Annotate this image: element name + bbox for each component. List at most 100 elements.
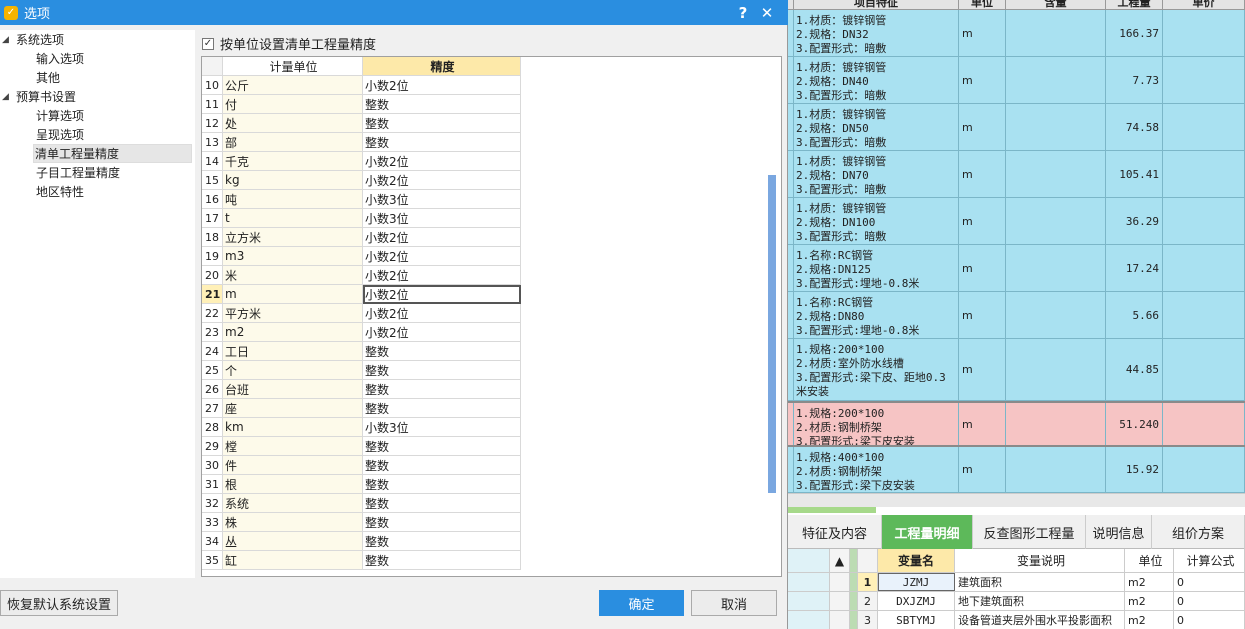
variable-row[interactable]: 1 JZMJ 建筑面积 m2 0 xyxy=(788,573,1245,592)
table-row[interactable]: 35 缸整数 xyxy=(202,551,521,570)
tree-item[interactable]: ◢ 预算书设置 xyxy=(0,87,195,106)
feature-cell[interactable]: 1.规格:200*100 2.材质:室外防水线槽 3.配置形式:梁下皮、距地0.3 米… xyxy=(794,339,959,400)
detail-tab[interactable]: 工程量明细 xyxy=(882,515,973,549)
variable-column-header[interactable]: 变量说明 xyxy=(955,549,1125,572)
project-column-header[interactable]: 含量 xyxy=(1006,0,1106,9)
project-column-header[interactable]: 单位 xyxy=(959,0,1006,9)
table-row[interactable]: 21 m 小数2位 xyxy=(202,285,521,304)
precision-cell[interactable]: 小数2位 xyxy=(363,171,521,190)
quantity-cell[interactable]: 5.66 xyxy=(1106,292,1163,338)
project-column-header[interactable]: 项目特征 xyxy=(794,0,959,9)
content-cell[interactable] xyxy=(1006,57,1106,103)
precision-cell[interactable]: 小数2位 xyxy=(363,152,521,171)
unit-cell[interactable]: t xyxy=(223,209,363,228)
table-row[interactable]: 33 株整数 xyxy=(202,513,521,532)
unit-cell[interactable]: 平方米 xyxy=(223,304,363,323)
unit-cell[interactable]: 系统 xyxy=(223,494,363,513)
content-cell[interactable] xyxy=(1006,198,1106,244)
variable-name-cell[interactable]: JZMJ xyxy=(878,573,955,591)
content-cell[interactable] xyxy=(1006,339,1106,400)
project-row[interactable]: 1.规格:200*100 2.材质:室外防水线槽 3.配置形式:梁下皮、距地0.3 米… xyxy=(788,339,1245,401)
precision-cell[interactable]: 整数 xyxy=(363,513,521,532)
table-row[interactable]: 19 m3 小数2位 xyxy=(202,247,521,266)
variable-unit-cell[interactable]: m2 xyxy=(1125,573,1174,591)
quantity-cell[interactable]: 17.24 xyxy=(1106,245,1163,291)
feature-cell[interactable]: 1.名称:RC钢管 2.规格:DN80 3.配置形式:埋地-0.8米 xyxy=(794,292,959,338)
project-row[interactable]: 1.名称:RC钢管 2.规格:DN125 3.配置形式:埋地-0.8米 m 17.24 xyxy=(788,245,1245,292)
variable-name-cell[interactable]: SBTYMJ xyxy=(878,611,955,629)
variable-column-header[interactable]: 单位 xyxy=(1125,549,1174,572)
tree-item[interactable]: 其他 xyxy=(0,68,195,87)
project-column-header[interactable]: 工程量 xyxy=(1106,0,1163,9)
detail-tab[interactable]: 反查图形工程量 xyxy=(973,515,1086,549)
unit-cell[interactable]: 立方米 xyxy=(223,228,363,247)
unit-cell[interactable]: 缸 xyxy=(223,551,363,570)
unit-cell[interactable]: 件 xyxy=(223,456,363,475)
table-row[interactable]: 20 米小数2位 xyxy=(202,266,521,285)
project-grid-hscrollbar[interactable] xyxy=(788,493,1245,507)
unit-cell[interactable]: 千克 xyxy=(223,152,363,171)
price-cell[interactable] xyxy=(1163,151,1245,197)
variable-formula-cell[interactable]: 0 xyxy=(1174,592,1245,610)
variable-name-cell[interactable]: DXJZMJ xyxy=(878,592,955,610)
price-cell[interactable] xyxy=(1163,10,1245,56)
tree-item[interactable]: 地区特性 xyxy=(0,182,195,201)
unit-cell[interactable]: m2 xyxy=(223,323,363,342)
precision-cell[interactable]: 小数2位 xyxy=(363,304,521,323)
price-cell[interactable] xyxy=(1163,57,1245,103)
table-row[interactable]: 18 立方米 小数2位 xyxy=(202,228,521,247)
price-cell[interactable] xyxy=(1163,245,1245,291)
ok-button[interactable]: 确定 xyxy=(599,590,684,616)
precision-cell[interactable]: 整数 xyxy=(363,133,521,152)
table-row[interactable]: 22 平方米 小数2位 xyxy=(202,304,521,323)
table-row[interactable]: 34 丛整数 xyxy=(202,532,521,551)
feature-cell[interactable]: 1.材质：镀锌钢管 2.规格：DN50 3.配置形式：暗敷 xyxy=(794,104,959,150)
content-cell[interactable] xyxy=(1006,447,1106,492)
variable-formula-cell[interactable]: 0 xyxy=(1174,611,1245,629)
column-header-precision[interactable]: 精度 xyxy=(363,57,521,76)
table-row[interactable]: 15 kg 小数2位 xyxy=(202,171,521,190)
tree-item[interactable]: 输入选项 xyxy=(0,49,195,68)
table-row[interactable]: 28 km 小数3位 xyxy=(202,418,521,437)
project-row[interactable]: 1.材质：镀锌钢管 2.规格：DN50 3.配置形式：暗敷 m 74.58 xyxy=(788,104,1245,151)
unit-cell[interactable]: m xyxy=(959,245,1006,291)
scroll-track[interactable] xyxy=(830,573,850,591)
variable-formula-cell[interactable]: 0 xyxy=(1174,573,1245,591)
variable-unit-cell[interactable]: m2 xyxy=(1125,611,1174,629)
unit-cell[interactable]: m xyxy=(959,198,1006,244)
unit-cell[interactable]: m xyxy=(959,403,1006,445)
feature-cell[interactable]: 1.材质：镀锌钢管 2.规格：DN32 3.配置形式：暗敷 xyxy=(794,10,959,56)
table-row[interactable]: 32 系统 整数 xyxy=(202,494,521,513)
precision-cell[interactable]: 整数 xyxy=(363,114,521,133)
tree-item[interactable]: 清单工程量精度 xyxy=(0,144,195,163)
variable-desc-cell[interactable]: 设备管道夹层外围水平投影面积 xyxy=(955,611,1125,629)
precision-cell[interactable]: 整数 xyxy=(363,380,521,399)
price-cell[interactable] xyxy=(1163,198,1245,244)
scroll-up-icon[interactable]: ▲ xyxy=(830,549,850,572)
feature-cell[interactable]: 1.材质：镀锌钢管 2.规格：DN70 3.配置形式：暗敷 xyxy=(794,151,959,197)
checkbox-check-icon[interactable]: ✓ xyxy=(202,37,214,50)
tree-item[interactable]: 呈现选项 xyxy=(0,125,195,144)
detail-tab[interactable]: 说明信息 xyxy=(1086,515,1152,549)
project-row[interactable]: 1.材质：镀锌钢管 2.规格：DN32 3.配置形式：暗敷 m 166.37 xyxy=(788,10,1245,57)
feature-cell[interactable]: 1.材质：镀锌钢管 2.规格：DN100 3.配置形式：暗敷 xyxy=(794,198,959,244)
table-row[interactable]: 11 付整数 xyxy=(202,95,521,114)
project-row[interactable]: 1.规格:200*100 2.材质:钢制桥架 3.配置形式:梁下皮安装 m 51.240 xyxy=(788,401,1245,447)
content-cell[interactable] xyxy=(1006,104,1106,150)
table-row[interactable]: 30 件整数 xyxy=(202,456,521,475)
quantity-cell[interactable]: 7.73 xyxy=(1106,57,1163,103)
precision-cell[interactable]: 小数3位 xyxy=(363,209,521,228)
precision-cell[interactable]: 小数3位 xyxy=(363,190,521,209)
table-row[interactable]: 10 公斤 小数2位 xyxy=(202,76,521,95)
unit-cell[interactable]: m xyxy=(959,292,1006,338)
unit-cell[interactable]: 米 xyxy=(223,266,363,285)
precision-cell[interactable]: 整数 xyxy=(363,399,521,418)
table-row[interactable]: 31 根整数 xyxy=(202,475,521,494)
precision-cell[interactable]: 小数2位 xyxy=(363,323,521,342)
precision-cell[interactable]: 小数2位 xyxy=(363,247,521,266)
content-cell[interactable] xyxy=(1006,403,1106,445)
unit-cell[interactable]: 吨 xyxy=(223,190,363,209)
unit-cell[interactable]: 株 xyxy=(223,513,363,532)
precision-cell[interactable]: 小数2位 xyxy=(363,76,521,95)
unit-cell[interactable]: m xyxy=(959,10,1006,56)
